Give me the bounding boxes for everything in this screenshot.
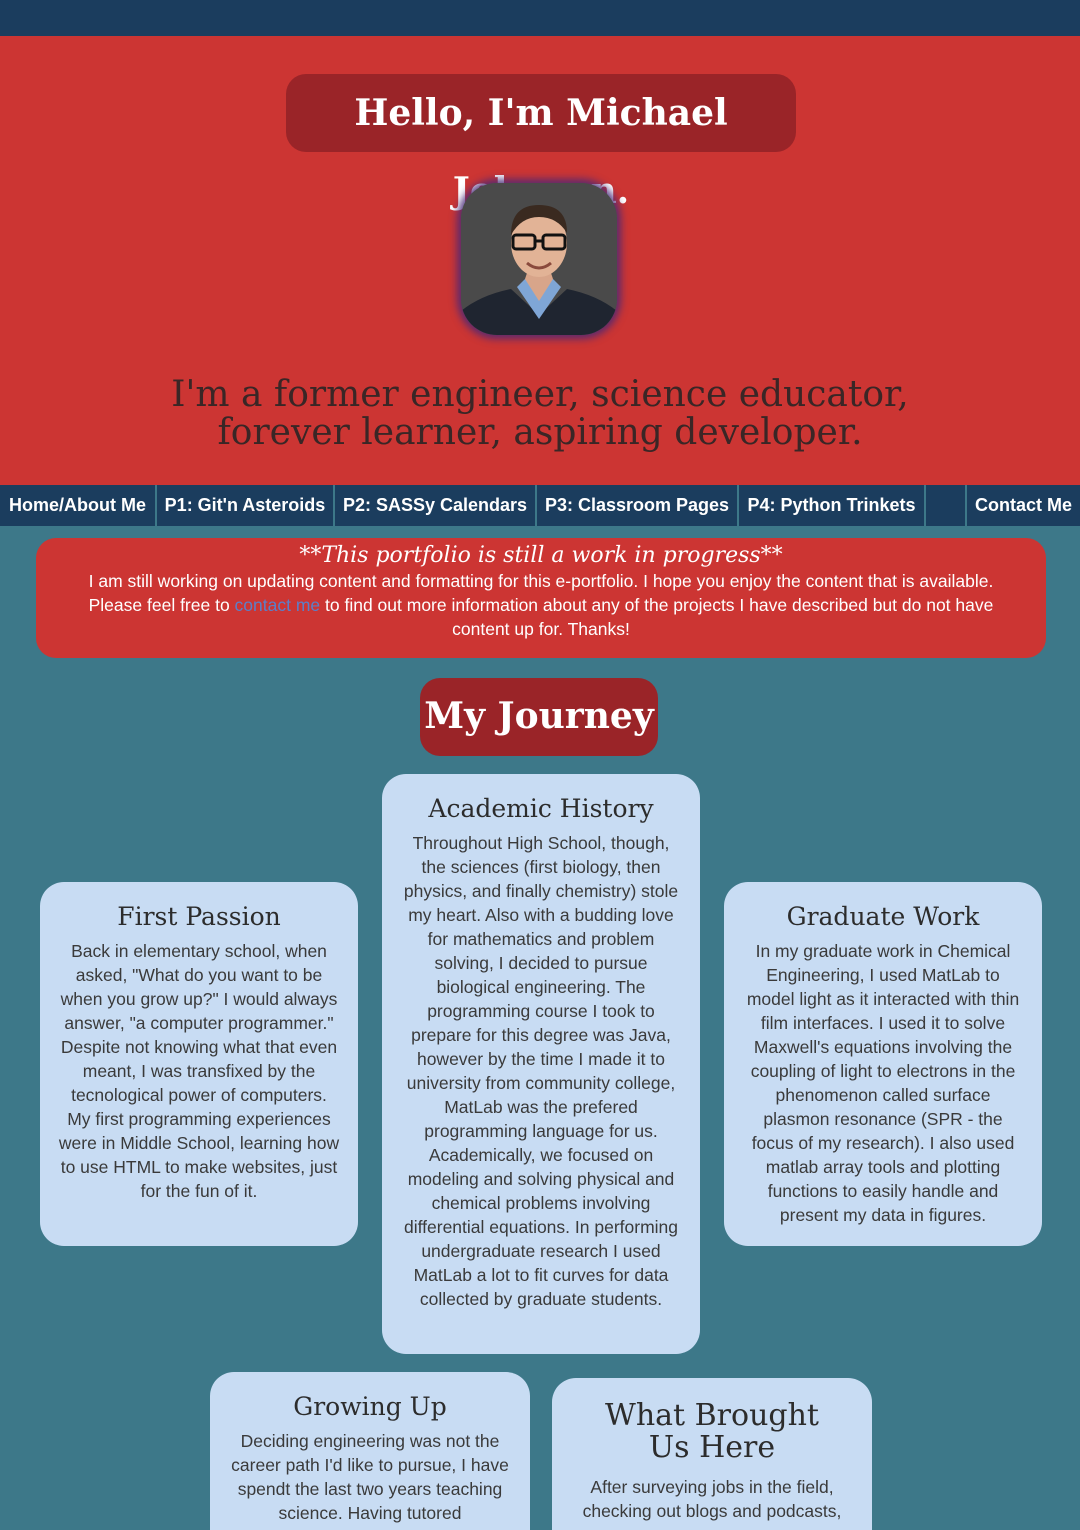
card-growing-up: Growing Up Deciding engineering was not … xyxy=(210,1372,530,1530)
nav-p4[interactable]: P4: Python Trinkets xyxy=(737,485,924,526)
notice-text-end: to find out more information about any o… xyxy=(320,595,994,639)
avatar xyxy=(461,183,617,335)
card-academic-history: Academic History Throughout High School,… xyxy=(382,774,700,1354)
main-nav: Home/About Me P1: Git'n Asteroids P2: SA… xyxy=(0,485,1080,526)
card-title: First Passion xyxy=(117,902,281,931)
card-title: Graduate Work xyxy=(786,902,980,931)
card-text: Back in elementary school, when asked, "… xyxy=(58,941,340,1201)
card-text: Throughout High School, though, the scie… xyxy=(403,833,679,1309)
wip-notice: **This portfolio is still a work in prog… xyxy=(36,538,1046,658)
contact-link[interactable]: contact me xyxy=(235,595,321,615)
notice-title: **This portfolio is still a work in prog… xyxy=(299,543,783,568)
section-title: My Journey xyxy=(420,678,658,756)
notice-body: I am still working on updating content a… xyxy=(36,569,1046,641)
nav-contact[interactable]: Contact Me xyxy=(965,485,1080,526)
nav-home[interactable]: Home/About Me xyxy=(0,485,155,526)
card-title: Growing Up xyxy=(293,1392,447,1421)
card-graduate-work: Graduate Work In my graduate work in Che… xyxy=(724,882,1042,1246)
card-title: Academic History xyxy=(428,794,654,823)
hero-section: Hello, I'm Michael Johnson. I'm a former… xyxy=(0,36,1080,485)
hero-title: Hello, I'm Michael Johnson. xyxy=(286,74,796,212)
card-text: After surveying jobs in the field, check… xyxy=(582,1477,842,1521)
top-bar xyxy=(0,0,1080,36)
card-text: In my graduate work in Chemical Engineer… xyxy=(746,941,1020,1225)
card-first-passion: First Passion Back in elementary school,… xyxy=(40,882,358,1246)
nav-p2[interactable]: P2: SASSy Calendars xyxy=(333,485,535,526)
nav-empty[interactable] xyxy=(924,485,965,526)
card-what-brought-us-here: What Brought Us Here After surveying job… xyxy=(552,1378,872,1530)
nav-p3[interactable]: P3: Classroom Pages xyxy=(535,485,737,526)
card-title: What Brought Us Here xyxy=(605,1398,819,1465)
card-text: Deciding engineering was not the career … xyxy=(231,1431,509,1523)
nav-p1[interactable]: P1: Git'n Asteroids xyxy=(155,485,333,526)
hero-tagline: I'm a former engineer, science educator,… xyxy=(171,374,909,453)
